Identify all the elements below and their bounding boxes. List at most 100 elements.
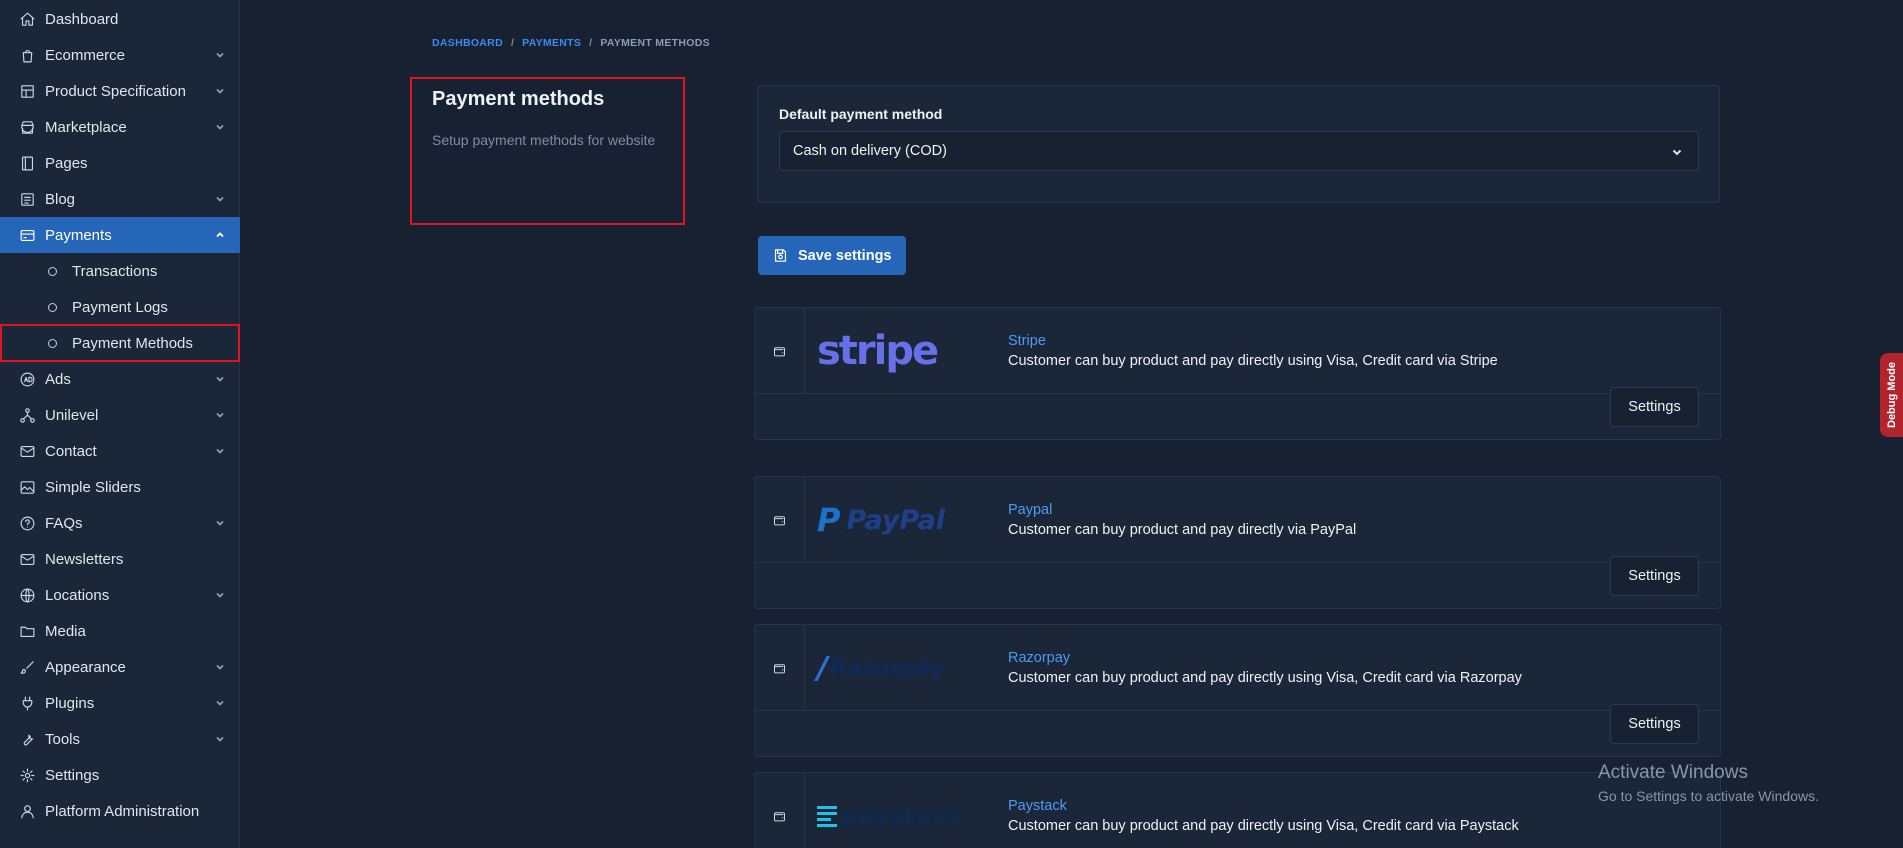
- select-value: Cash on delivery (COD): [793, 143, 947, 159]
- paypal-p-icon: P: [817, 501, 841, 539]
- sidebar-subitem-payment-methods[interactable]: Payment Methods: [0, 325, 240, 361]
- wrench-icon: [18, 730, 36, 748]
- sidebar-item-label: Ads: [45, 370, 71, 388]
- sidebar-item-tools[interactable]: Tools: [0, 721, 240, 757]
- debug-mode-label: Debug Mode: [1885, 362, 1898, 428]
- sidebar-item-newsletters[interactable]: Newsletters: [0, 541, 240, 577]
- circle-icon: [48, 338, 57, 348]
- paypal-logo: P PayPal: [817, 495, 967, 545]
- paypal-logo-mark: P PayPal: [817, 501, 945, 539]
- sidebar-item-plugins[interactable]: Plugins: [0, 685, 240, 721]
- sidebar-item-blog[interactable]: Blog: [0, 181, 240, 217]
- sidebar-subitem-transactions[interactable]: Transactions: [0, 253, 240, 289]
- razorpay-slash-icon: /: [817, 650, 828, 686]
- chevron-down-icon: [1670, 145, 1684, 159]
- sidebar-item-label: Simple Sliders: [45, 478, 141, 496]
- paystack-bars-icon: [817, 805, 837, 827]
- payment-method-header: paystack Paystack Customer can buy produ…: [755, 773, 1720, 848]
- razorpay-settings-button[interactable]: Settings: [1610, 704, 1699, 744]
- sidebar-item-faqs[interactable]: FAQs: [0, 505, 240, 541]
- sidebar-item-label: Ecommerce: [45, 46, 126, 64]
- image-icon: [18, 478, 36, 496]
- paypal-logo-text: PayPal: [846, 504, 946, 536]
- sidebar-item-label: Unilevel: [45, 406, 99, 424]
- watermark-subtitle: Go to Settings to activate Windows.: [1598, 788, 1819, 804]
- sidebar-item-ads[interactable]: Ads: [0, 361, 240, 397]
- paystack-logo: paystack: [817, 791, 967, 841]
- sidebar-item-label: Product Specification: [45, 82, 186, 100]
- paypal-settings-button[interactable]: Settings: [1610, 556, 1699, 596]
- sidebar-item-appearance[interactable]: Appearance: [0, 649, 240, 685]
- paystack-logo-mark: paystack: [817, 802, 961, 830]
- sidebar-item-platform-administration[interactable]: Platform Administration: [0, 793, 240, 829]
- payment-method-card-paypal: P PayPal Paypal Customer can buy product …: [754, 476, 1721, 609]
- chevron-down-icon: [214, 732, 226, 744]
- sidebar: Dashboard Ecommerce Product Specificatio…: [0, 0, 240, 848]
- table-icon: [18, 82, 36, 100]
- sidebar-item-label: Settings: [45, 766, 100, 784]
- sidebar-item-payments[interactable]: Payments: [0, 217, 240, 253]
- mail-icon: [18, 550, 36, 568]
- sidebar-item-pages[interactable]: Pages: [0, 145, 240, 181]
- globe-icon: [18, 586, 36, 604]
- payment-method-description: Customer can buy product and pay directl…: [1008, 818, 1519, 834]
- page-description: Setup payment methods for website: [432, 132, 656, 148]
- sidebar-item-locations[interactable]: Locations: [0, 577, 240, 613]
- paystack-logo-text: paystack: [841, 802, 962, 830]
- ad-icon: [18, 370, 36, 388]
- sidebar-item-product-specification[interactable]: Product Specification: [0, 73, 240, 109]
- default-payment-method-card: Default payment method Cash on delivery …: [757, 85, 1720, 203]
- payment-method-card-paystack: paystack Paystack Customer can buy produ…: [754, 772, 1721, 848]
- sidebar-item-label: Transactions: [72, 262, 158, 280]
- sidebar-item-label: Blog: [45, 190, 76, 208]
- payment-method-description: Customer can buy product and pay directl…: [1008, 670, 1522, 686]
- sidebar-item-label: Plugins: [45, 694, 95, 712]
- chevron-down-icon: [214, 516, 226, 528]
- brush-icon: [18, 658, 36, 676]
- payment-method-name-stripe[interactable]: Stripe: [1008, 333, 1046, 349]
- sidebar-item-media[interactable]: Media: [0, 613, 240, 649]
- sidebar-item-contact[interactable]: Contact: [0, 433, 240, 469]
- sidebar-item-unilevel[interactable]: Unilevel: [0, 397, 240, 433]
- sidebar-item-label: Dashboard: [45, 10, 119, 28]
- chevron-down-icon: [214, 588, 226, 600]
- wallet-icon: [755, 308, 805, 394]
- debug-mode-tab[interactable]: Debug Mode: [1880, 353, 1903, 437]
- wallet-icon: [755, 625, 805, 711]
- payment-method-description: Customer can buy product and pay directl…: [1008, 353, 1498, 369]
- save-settings-button[interactable]: Save settings: [758, 236, 906, 275]
- sidebar-item-label: Pages: [45, 154, 88, 172]
- sidebar-subitem-payment-logs[interactable]: Payment Logs: [0, 289, 240, 325]
- default-payment-method-select[interactable]: Cash on delivery (COD): [779, 131, 1699, 171]
- sidebar-item-simple-sliders[interactable]: Simple Sliders: [0, 469, 240, 505]
- help-circle-icon: [18, 514, 36, 532]
- breadcrumb: DASHBOARD / PAYMENTS / PAYMENT METHODS: [432, 37, 710, 49]
- sidebar-item-label: Payment Methods: [72, 334, 193, 352]
- payment-method-name-razorpay[interactable]: Razorpay: [1008, 650, 1070, 666]
- chevron-down-icon: [214, 444, 226, 456]
- stripe-settings-button[interactable]: Settings: [1610, 387, 1699, 427]
- breadcrumb-dashboard[interactable]: DASHBOARD: [432, 37, 503, 49]
- breadcrumb-payments[interactable]: PAYMENTS: [522, 37, 581, 49]
- windows-activation-watermark: Activate Windows Go to Settings to activ…: [1598, 762, 1819, 804]
- sidebar-item-marketplace[interactable]: Marketplace: [0, 109, 240, 145]
- razorpay-logo-text: Razorpay: [829, 655, 945, 681]
- sidebar-item-settings[interactable]: Settings: [0, 757, 240, 793]
- wallet-icon: [755, 477, 805, 563]
- sidebar-item-dashboard[interactable]: Dashboard: [0, 1, 240, 37]
- razorpay-logo-mark: / Razorpay: [817, 651, 945, 686]
- stripe-logo-text: stripe: [817, 328, 939, 374]
- chevron-down-icon: [214, 660, 226, 672]
- wallet-icon: [755, 773, 805, 848]
- payment-method-name-paystack[interactable]: Paystack: [1008, 798, 1067, 814]
- default-payment-method-label: Default payment method: [779, 106, 943, 122]
- chevron-down-icon: [214, 84, 226, 96]
- sidebar-item-label: Contact: [45, 442, 97, 460]
- hierarchy-icon: [18, 406, 36, 424]
- payment-method-name-paypal[interactable]: Paypal: [1008, 502, 1052, 518]
- list-icon: [18, 190, 36, 208]
- chevron-up-icon: [214, 228, 226, 240]
- sidebar-item-ecommerce[interactable]: Ecommerce: [0, 37, 240, 73]
- chevron-down-icon: [214, 192, 226, 204]
- home-icon: [18, 10, 36, 28]
